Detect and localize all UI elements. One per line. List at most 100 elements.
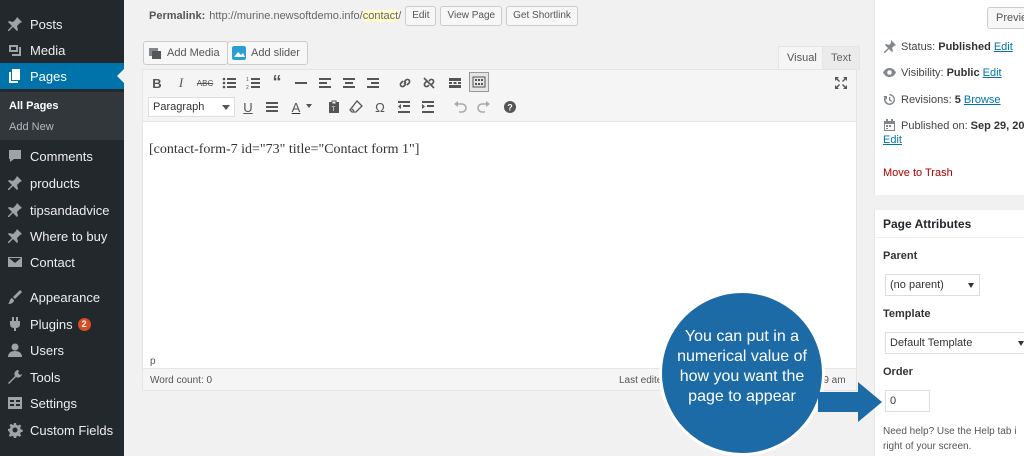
menu-item-custom-fields[interactable]: Custom Fields: [0, 417, 124, 443]
bold-icon[interactable]: B: [147, 73, 167, 93]
svg-text:2: 2: [246, 85, 249, 90]
bullet-list-icon[interactable]: [219, 73, 239, 93]
align-center-icon[interactable]: [339, 73, 359, 93]
menu-label: tipsandadvice: [30, 202, 110, 218]
submenu-add-new[interactable]: Add New: [9, 121, 54, 133]
menu-item-posts[interactable]: Posts: [0, 11, 124, 37]
format-select[interactable]: Paragraph: [148, 97, 235, 117]
read-more-icon[interactable]: [445, 73, 465, 93]
strikethrough-icon[interactable]: ABC: [195, 73, 215, 93]
paste-text-icon[interactable]: T: [324, 97, 344, 117]
word-count: Word count: 0: [150, 375, 213, 386]
menu-label: products: [30, 175, 80, 191]
menu-item-settings[interactable]: Settings: [0, 390, 124, 416]
history-icon: [883, 94, 895, 105]
chevron-down-icon[interactable]: [304, 101, 314, 111]
slider-icon: [232, 46, 246, 60]
status-label: Status:: [901, 40, 936, 53]
calendar-icon: [884, 119, 895, 131]
edit-date-link[interactable]: Edit: [883, 134, 902, 146]
permalink-url-base[interactable]: http://murine.newsoftdemo.info/: [209, 10, 362, 22]
menu-item-plugins[interactable]: Plugins 2: [0, 311, 124, 337]
browse-revisions-link[interactable]: Browse: [964, 94, 1001, 106]
tutorial-callout: You can put in a numerical value of how …: [659, 290, 825, 456]
get-shortlink-button[interactable]: Get Shortlink: [506, 6, 578, 26]
menu-item-contact[interactable]: Contact: [0, 249, 124, 275]
menu-label: Users: [30, 342, 64, 358]
redo-icon[interactable]: [474, 97, 494, 117]
menu-item-media[interactable]: Media: [0, 37, 124, 63]
edit-visibility-link[interactable]: Edit: [983, 67, 1002, 79]
pin-icon: [0, 202, 30, 218]
align-right-icon[interactable]: [363, 73, 383, 93]
order-input[interactable]: 0: [885, 390, 930, 412]
fullscreen-icon[interactable]: [831, 73, 851, 93]
chevron-down-icon: [968, 283, 974, 288]
chevron-down-icon: [222, 105, 230, 110]
pin-icon: [0, 16, 30, 32]
gear-icon: [0, 422, 30, 438]
edit-permalink-button[interactable]: Edit: [405, 6, 437, 26]
tab-text[interactable]: Text: [822, 46, 861, 70]
edit-status-link[interactable]: Edit: [994, 41, 1013, 53]
menu-item-users[interactable]: Users: [0, 337, 124, 363]
pin-icon: [0, 175, 30, 191]
settings-icon: [0, 395, 30, 411]
menu-label: Where to buy: [30, 228, 108, 244]
menu-item-comments[interactable]: Comments: [0, 143, 124, 169]
admin-sidebar: Posts Media Pages All Pages Add New Comm…: [0, 0, 124, 456]
element-path: p: [150, 356, 156, 367]
menu-item-where-to-buy[interactable]: Where to buy: [0, 223, 124, 249]
editor-content[interactable]: [contact-form-7 id="73" title="Contact f…: [149, 142, 419, 158]
last-edited: Last edite: [619, 375, 663, 386]
move-to-trash-link[interactable]: Move to Trash: [883, 167, 953, 179]
underline-icon[interactable]: U: [238, 97, 258, 117]
add-media-label: Add Media: [167, 47, 220, 59]
link-icon[interactable]: [395, 73, 415, 93]
justify-icon[interactable]: [262, 97, 282, 117]
menu-label: Media: [30, 42, 66, 58]
menu-item-tipsandadvice[interactable]: tipsandadvice: [0, 197, 124, 223]
text-color-icon[interactable]: A: [286, 97, 306, 117]
align-left-icon[interactable]: [315, 73, 335, 93]
parent-select[interactable]: (no parent): [885, 274, 980, 296]
plug-icon: [0, 316, 30, 332]
published-on-row: Published on:Sep 29, 201: [883, 119, 1024, 132]
permalink-label: Permalink:: [149, 10, 206, 22]
numbered-list-icon[interactable]: 12: [243, 73, 263, 93]
menu-label: Comments: [30, 148, 93, 164]
special-character-icon[interactable]: Ω: [370, 97, 390, 117]
menu-item-tools[interactable]: Tools: [0, 364, 124, 390]
menu-label: Contact: [30, 254, 75, 270]
toolbar-toggle-icon[interactable]: [469, 72, 489, 92]
help-text: Need help? Use the Help tab i right of y…: [883, 426, 1017, 452]
editor-toolbar: B I ABC 12 “ Paragraph U A T Ω ?: [143, 70, 856, 122]
mail-icon: [0, 254, 30, 270]
italic-icon[interactable]: I: [171, 73, 191, 93]
add-slider-button[interactable]: Add slider: [227, 41, 308, 65]
preview-button[interactable]: Preview: [987, 7, 1024, 29]
unlink-icon[interactable]: [419, 73, 439, 93]
help-icon[interactable]: ?: [500, 97, 520, 117]
menu-item-pages[interactable]: Pages: [0, 63, 124, 89]
permalink-slug[interactable]: contact: [362, 10, 399, 22]
view-page-button[interactable]: View Page: [440, 6, 503, 26]
tab-visual[interactable]: Visual: [778, 46, 826, 70]
wrench-icon: [0, 369, 30, 385]
menu-label: Custom Fields: [30, 422, 114, 438]
order-label: Order: [883, 366, 913, 378]
submenu-all-pages[interactable]: All Pages: [9, 100, 59, 112]
add-media-button[interactable]: Add Media: [143, 41, 228, 65]
update-count-badge: 2: [77, 317, 91, 331]
indent-icon[interactable]: [418, 97, 438, 117]
svg-text:T: T: [332, 107, 336, 113]
menu-label: Posts: [30, 16, 63, 32]
horizontal-rule-icon[interactable]: [291, 73, 311, 93]
blockquote-icon[interactable]: “: [267, 72, 287, 92]
undo-icon[interactable]: [450, 97, 470, 117]
menu-item-products[interactable]: products: [0, 170, 124, 196]
menu-item-appearance[interactable]: Appearance: [0, 284, 124, 310]
clear-formatting-icon[interactable]: [346, 97, 366, 117]
outdent-icon[interactable]: [394, 97, 414, 117]
template-select[interactable]: Default Template: [885, 332, 1024, 354]
